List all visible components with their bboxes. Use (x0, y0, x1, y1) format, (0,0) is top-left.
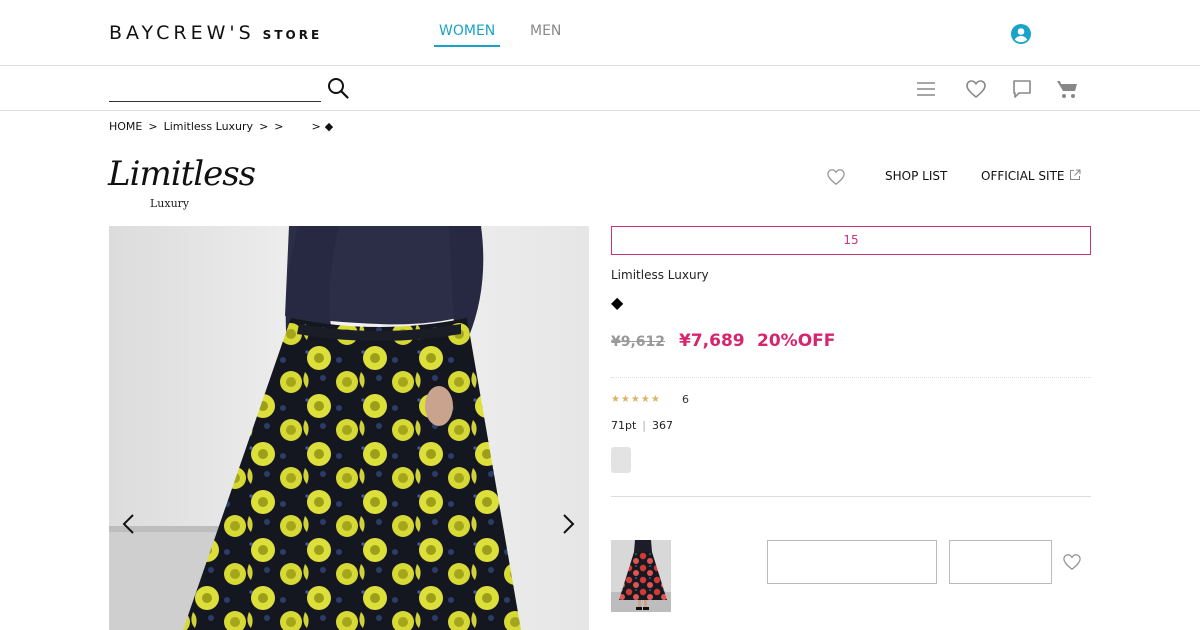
points-value: 71pt (611, 419, 637, 432)
breadcrumb-separator: > (148, 120, 158, 133)
variant-photo (611, 540, 671, 612)
review-count[interactable]: 6 (682, 393, 689, 406)
menu-icon[interactable] (915, 78, 937, 100)
campaign-banner[interactable]: 15 (611, 226, 1091, 255)
breadcrumb: HOME > Limitless Luxury > > > ◆ (109, 120, 339, 133)
breadcrumb-current: ◆ (324, 120, 334, 133)
product-brand-name[interactable]: Limitless Luxury (611, 268, 709, 282)
product-title: ◆ (611, 293, 624, 312)
heart-icon[interactable] (965, 78, 987, 100)
points-row: 71pt | 367 (611, 419, 673, 432)
breadcrumb-separator: > (311, 120, 321, 133)
search-icon[interactable] (327, 77, 349, 99)
brand-logo[interactable]: Limitless Luxury (108, 152, 256, 214)
cart-icon[interactable] (1056, 78, 1078, 100)
carousel-prev-arrow-icon[interactable] (121, 512, 137, 536)
product-photo-skirt (109, 226, 589, 630)
search-bar (0, 66, 1200, 111)
search-input[interactable] (109, 76, 321, 102)
rating-stars[interactable]: ★★★★★ (611, 394, 661, 405)
original-price: ¥9,612 (611, 334, 666, 350)
breadcrumb-home[interactable]: HOME (109, 120, 142, 133)
divider (611, 496, 1091, 497)
user-circle-icon[interactable] (1010, 23, 1032, 45)
breadcrumb-separator: > (259, 120, 269, 133)
site-logo[interactable]: BAYCREW'S STORE (109, 22, 322, 44)
external-link-icon[interactable] (1069, 169, 1081, 181)
color-variant-thumbnail[interactable] (611, 540, 671, 612)
top-header: BAYCREW'S STORE WOMEN MEN (0, 0, 1200, 66)
brand-logo-script: Limitless (108, 154, 256, 194)
favorite-count: 367 (652, 419, 674, 432)
points-separator: | (642, 419, 647, 432)
tab-men[interactable]: MEN (530, 23, 561, 39)
brand-logo-sub: Luxury (150, 197, 190, 210)
carousel-next-arrow-icon[interactable] (560, 512, 576, 536)
discount-badge: 20%OFF (757, 331, 836, 351)
official-site-link[interactable]: OFFICIAL SITE (981, 169, 1064, 183)
breadcrumb-brand[interactable]: Limitless Luxury (164, 120, 253, 133)
product-main-image[interactable] (109, 226, 589, 630)
tag-chip[interactable] (611, 447, 631, 473)
size-select-box[interactable] (767, 540, 937, 584)
item-favorite-heart-icon[interactable] (1062, 553, 1082, 571)
chat-icon[interactable] (1011, 78, 1033, 100)
shop-list-link[interactable]: SHOP LIST (885, 169, 947, 183)
logo-main-text: BAYCREW'S (109, 22, 255, 44)
sale-price: ¥7,689 (679, 331, 745, 351)
divider (611, 377, 1091, 378)
quantity-select-box[interactable] (949, 540, 1052, 584)
logo-store-text: STORE (262, 28, 323, 42)
breadcrumb-separator: > (274, 120, 284, 133)
tab-active-underline (434, 45, 500, 47)
brand-favorite-heart-icon[interactable] (826, 168, 846, 186)
tab-women[interactable]: WOMEN (439, 23, 495, 39)
